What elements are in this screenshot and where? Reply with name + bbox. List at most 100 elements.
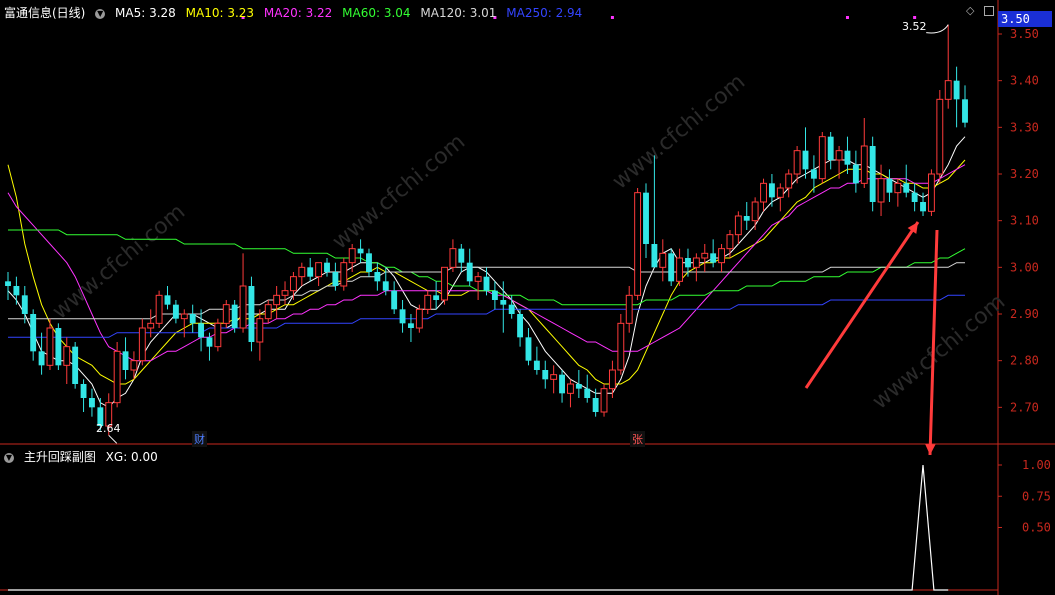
watermark-text: www.cfchi.com [868,289,1010,414]
candle-body [13,286,20,296]
cai-event-tag[interactable]: 财 [192,431,207,447]
stock-title[interactable]: 富通信息(日线) [4,6,85,20]
candle-body [852,164,859,184]
ma250-label: MA250: 2.94 [506,6,583,20]
ma5-label: MA5: 3.28 [115,6,176,20]
candle-body [5,281,11,286]
candle-body [63,346,71,366]
candle-body [768,183,775,198]
candle-body [441,266,448,301]
candle-body [391,290,398,310]
candle-body [500,300,507,305]
candle-body [651,244,658,268]
ma20-label: MA20: 3.22 [263,6,333,20]
candle-body [659,252,667,268]
candle-body [962,99,968,123]
sub-y-tick-label: 0.50 [1022,521,1051,535]
candle-body [550,374,558,380]
current-price-box: 3.50 [998,11,1052,27]
candle-body [533,360,540,370]
y-tick-label: 3.30 [1010,120,1039,134]
watermark-text: www.cfchi.com [48,199,190,324]
main-chart-header: 富通信息(日线) ▼ MA5: 3.28 MA10: 3.23 MA20: 3.… [4,4,588,21]
red-arrow-up [804,221,920,389]
candle-body [289,276,297,292]
candle-body [122,351,129,370]
xg-signal-line [8,464,949,591]
candle-body [617,322,625,371]
collapse-circle-icon[interactable]: ▼ [95,9,106,19]
candle-body [869,146,876,202]
candle-body [936,98,944,175]
high-leader-line [926,24,949,34]
high-price-annotation: 3.52 [902,20,927,33]
candle-body [248,286,255,342]
candle-body [483,276,490,291]
candle-body [89,398,95,408]
candle-body [239,285,247,329]
collapse-circle-icon[interactable]: ▼ [4,453,14,463]
candle-body [718,248,725,264]
candle-body [72,346,79,384]
candle-body [281,290,289,296]
candle-body [324,262,330,272]
low-price-annotation: 2.64 [96,422,121,435]
candle-body [903,183,910,193]
candle-body [332,272,339,286]
candle-body [491,290,498,300]
candle-body [273,294,281,306]
ma60-label: MA60: 3.04 [342,6,411,20]
candle-body [517,314,524,338]
candle-body [382,281,389,291]
candle-body [676,257,684,282]
y-tick-label: 3.10 [1010,214,1039,228]
candle-body [608,369,616,390]
candle-body [38,351,45,366]
candle-body [80,384,87,398]
candle-body [927,173,935,212]
candle-body [189,314,196,324]
y-tick-label: 2.90 [1010,307,1039,321]
candle-body [231,304,238,328]
candle-body [399,309,406,324]
watermark-text: www.cfchi.com [608,69,750,194]
candle-body [760,182,767,203]
candle-body [172,304,179,319]
candle-body [424,294,432,310]
red-arrow-down-head [925,444,936,455]
candle-body [155,294,163,324]
sub-panel-value: XG: 0.00 [105,450,158,464]
candle-body [835,150,843,161]
candle-body [374,272,381,282]
candle-body [466,262,473,282]
candle-body [180,313,188,320]
candle-body [433,295,440,300]
candle-body [584,388,591,398]
candle-body [668,253,675,282]
candle-body [138,327,146,362]
candle-body [793,150,801,175]
signal-dot [845,16,849,19]
candle-body [449,248,457,268]
sub-panel-header: ▼ 主升回踩副图 XG: 0.00 [4,448,164,465]
y-tick-label: 2.70 [1010,400,1039,414]
candle-body [30,314,37,352]
signal-dot [913,16,917,19]
candle-body [844,150,851,165]
sub-y-tick-label: 0.75 [1022,489,1051,503]
candle-body [256,318,264,343]
zhang-event-tag[interactable]: 张 [630,431,645,447]
candle-body [21,295,28,314]
candle-body [920,202,926,212]
sub-panel-title[interactable]: 主升回踩副图 [24,450,96,464]
candle-body [542,370,549,380]
y-tick-label: 3.20 [1010,167,1039,181]
diamond-icon[interactable]: ◇ [966,4,974,17]
window-square-icon[interactable] [984,6,994,16]
candle-body [458,248,465,263]
y-tick-label: 3.50 [1010,27,1039,41]
candle-body [710,253,717,263]
candle-body [685,258,691,268]
watermark-text: www.cfchi.com [328,129,470,254]
low-leader-line [108,434,118,444]
